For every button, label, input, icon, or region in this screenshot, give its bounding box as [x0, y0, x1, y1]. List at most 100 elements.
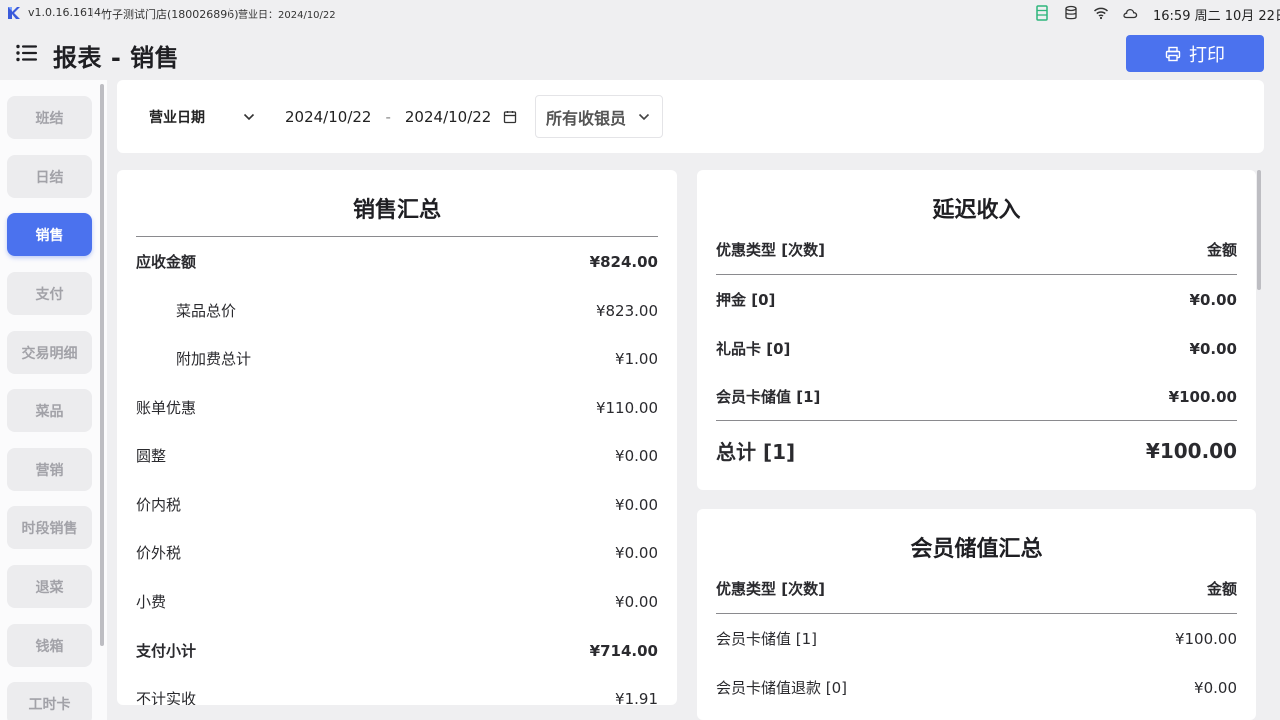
sidebar-scrollbar[interactable] — [100, 84, 104, 646]
row-value: ¥100.00 — [1168, 387, 1237, 406]
divider — [716, 274, 1237, 275]
row-label: 会员卡储值退款 [0] — [716, 679, 848, 697]
divider — [716, 420, 1237, 421]
summary-row: 不计实收 ¥1.91 — [136, 688, 658, 706]
total-value: ¥100.00 — [1145, 438, 1237, 463]
cashier-value: 所有收银员 — [546, 108, 627, 128]
summary-row-label: 价内税 — [136, 496, 182, 514]
app-version: v1.0.16.1614 — [28, 6, 101, 19]
chevron-down-icon — [638, 113, 650, 121]
table-row: 礼品卡 [0] ¥0.00 — [716, 338, 1237, 359]
date-range-picker[interactable]: 2024/10/22 - 2024/10/22 — [267, 95, 519, 138]
date-type-select[interactable]: 营业日期 — [137, 95, 267, 138]
summary-row: 价内税 ¥0.00 — [136, 494, 658, 515]
sidebar-item-marketing[interactable]: 营销 — [7, 448, 92, 491]
summary-row-value: ¥714.00 — [589, 641, 658, 660]
sidebar-item-shift[interactable]: 班结 — [7, 96, 92, 139]
row-value: ¥0.00 — [1194, 678, 1237, 697]
summary-row: 小费 ¥0.00 — [136, 591, 658, 612]
row-label: 会员卡储值 [1] — [716, 630, 818, 648]
column-header-amount: 金额 — [1206, 241, 1237, 259]
divider — [136, 236, 658, 237]
deferred-income-card: 延迟收入 优惠类型 [次数] 金额 押金 [0] ¥0.00 礼品卡 [0] ¥… — [697, 170, 1256, 490]
sidebar-item-daily[interactable]: 日结 — [7, 155, 92, 198]
total-label: 总计 [1] — [716, 440, 796, 464]
summary-row-label: 圆整 — [136, 447, 167, 465]
store-name: 竹子测试门店(180026896) — [101, 8, 239, 21]
table-row: 押金 [0] ¥0.00 — [716, 289, 1237, 310]
printer-icon — [1165, 46, 1181, 62]
table-header: 优惠类型 [次数] 金额 — [716, 239, 1237, 260]
deferred-income-title: 延迟收入 — [932, 198, 1021, 223]
calendar-icon[interactable] — [503, 110, 517, 124]
chevron-down-icon — [243, 113, 255, 121]
summary-row-value: ¥110.00 — [595, 398, 658, 417]
member-recharge-card: 会员储值汇总 优惠类型 [次数] 金额 会员卡储值 [1] ¥100.00 会员… — [697, 509, 1256, 720]
end-date[interactable]: 2024/10/22 — [405, 108, 491, 126]
date-type-value: 营业日期 — [149, 109, 205, 126]
summary-row-value: ¥0.00 — [615, 446, 658, 465]
cloud-icon — [1122, 5, 1138, 21]
sidebar-item-dishes[interactable]: 菜品 — [7, 389, 92, 432]
table-header: 优惠类型 [次数] 金额 — [716, 578, 1237, 599]
menu-icon[interactable] — [16, 44, 38, 62]
summary-row-label: 菜品总价 — [176, 302, 237, 320]
summary-row: 圆整 ¥0.00 — [136, 445, 658, 466]
cashier-select[interactable]: 所有收银员 — [535, 95, 663, 138]
sidebar-item-cash-drawer[interactable]: 钱箱 — [7, 624, 92, 667]
divider — [716, 613, 1237, 614]
status-bar: v1.0.16.1614 竹子测试门店(180026896) 营业日：2024/… — [0, 0, 1280, 26]
total-row: 总计 [1] ¥100.00 — [716, 436, 1237, 465]
sidebar-item-timecard[interactable]: 工时卡 — [7, 682, 92, 720]
content-scrollbar[interactable] — [1257, 170, 1261, 290]
table-row: 会员卡储值 [1] ¥100.00 — [716, 386, 1237, 407]
sidebar-item-sales[interactable]: 销售 — [7, 213, 92, 256]
table-row: 会员卡储值退款 [0] ¥0.00 — [716, 677, 1237, 698]
sales-summary-title: 销售汇总 — [352, 198, 441, 223]
summary-row: 附加费总计 ¥1.00 — [136, 348, 658, 369]
print-button[interactable]: 打印 — [1126, 35, 1264, 72]
column-header-type: 优惠类型 [次数] — [716, 241, 825, 259]
summary-row: 价外税 ¥0.00 — [136, 542, 658, 563]
summary-row-label: 账单优惠 — [136, 399, 197, 417]
sidebar-item-returns[interactable]: 退菜 — [7, 565, 92, 608]
business-date: 营业日：2024/10/22 — [238, 10, 336, 21]
summary-row-value: ¥824.00 — [589, 252, 658, 271]
date-separator: - — [385, 107, 391, 126]
sidebar-item-transactions[interactable]: 交易明细 — [7, 331, 92, 374]
summary-row: 菜品总价 ¥823.00 — [136, 300, 658, 321]
row-value: ¥0.00 — [1189, 339, 1237, 358]
sales-summary-card: 销售汇总 应收金额 ¥824.00 菜品总价 ¥823.00 附加费总计 ¥1.… — [117, 170, 677, 705]
summary-row: 账单优惠 ¥110.00 — [136, 397, 658, 418]
summary-row-label: 小费 — [136, 593, 167, 611]
wifi-icon — [1093, 5, 1109, 21]
row-label: 会员卡储值 [1] — [716, 388, 821, 406]
divider — [229, 8, 230, 18]
row-value: ¥0.00 — [1189, 290, 1237, 309]
divider — [92, 8, 93, 18]
app-logo-icon — [7, 6, 21, 20]
filter-bar: 营业日期 2024/10/22 - 2024/10/22 所有收银员 — [117, 80, 1264, 153]
summary-row-value: ¥0.00 — [615, 543, 658, 562]
member-recharge-title: 会员储值汇总 — [910, 537, 1043, 562]
summary-row: 支付小计 ¥714.00 — [136, 640, 658, 661]
column-header-amount: 金额 — [1206, 580, 1237, 598]
summary-row-value: ¥0.00 — [615, 592, 658, 611]
summary-row-value: ¥1.00 — [615, 349, 658, 368]
row-label: 押金 [0] — [716, 291, 776, 309]
print-button-label: 打印 — [1189, 44, 1225, 65]
summary-row-value: ¥823.00 — [595, 301, 658, 320]
start-date[interactable]: 2024/10/22 — [285, 108, 371, 126]
summary-row-label: 应收金额 — [136, 253, 197, 271]
summary-row-label: 不计实收 — [136, 690, 197, 705]
sidebar-item-hourly-sales[interactable]: 时段销售 — [7, 506, 92, 549]
row-label: 礼品卡 [0] — [716, 340, 791, 358]
summary-row-label: 附加费总计 — [176, 350, 252, 368]
sidebar-item-payment[interactable]: 支付 — [7, 272, 92, 315]
database-icon — [1064, 5, 1078, 21]
summary-row-value: ¥1.91 — [615, 689, 658, 706]
summary-row-label: 价外税 — [136, 544, 182, 562]
table-row: 会员卡储值 [1] ¥100.00 — [716, 628, 1237, 649]
summary-row-label: 支付小计 — [136, 642, 197, 660]
column-header-type: 优惠类型 [次数] — [716, 580, 825, 598]
